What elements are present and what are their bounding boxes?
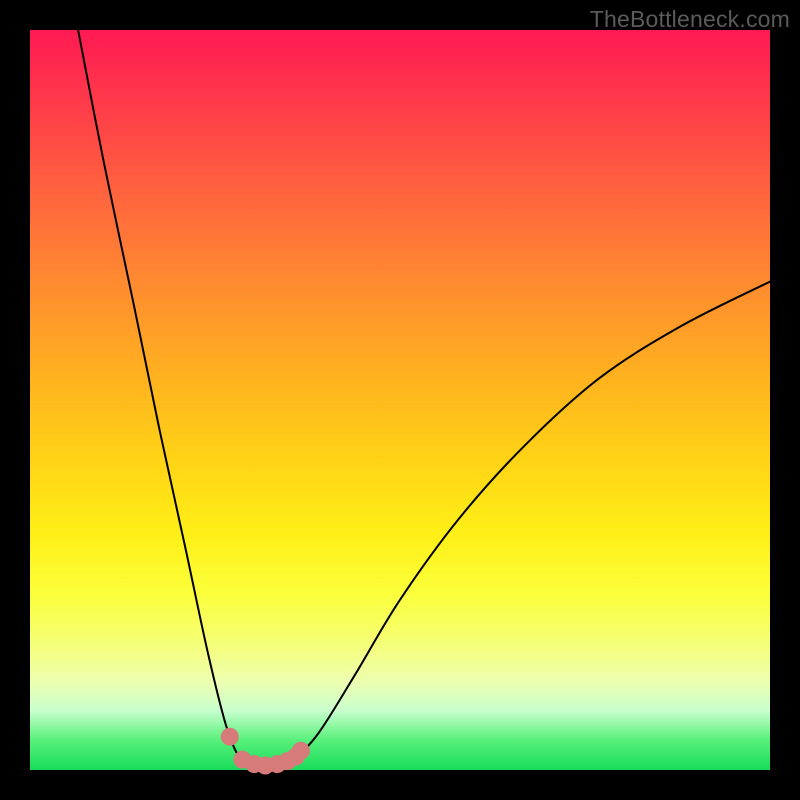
watermark-text: TheBottleneck.com [590, 6, 790, 33]
chart-frame: TheBottleneck.com [0, 0, 800, 800]
chart-curve-svg [30, 30, 770, 770]
highlight-marker [292, 742, 310, 760]
highlight-marker [221, 728, 239, 746]
highlight-markers [221, 728, 310, 775]
bottleneck-curve [78, 30, 770, 766]
